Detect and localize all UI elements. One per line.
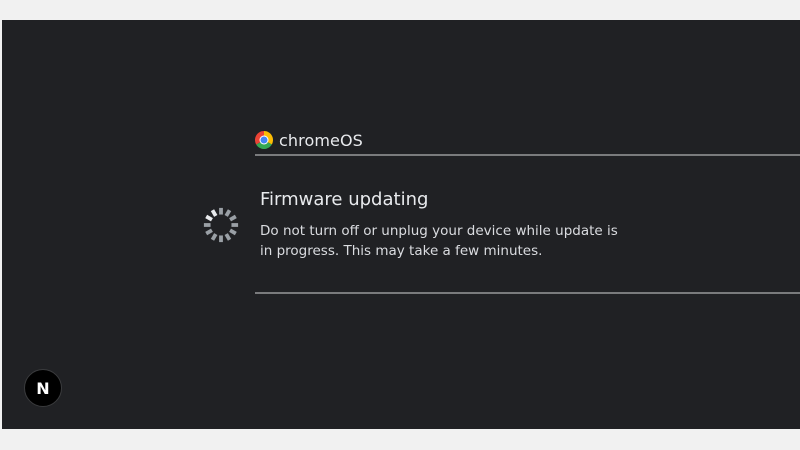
- loading-spinner-icon: [203, 207, 239, 243]
- spinner-tick: [210, 233, 218, 241]
- spinner-tick: [229, 214, 237, 222]
- top-divider: [255, 154, 800, 156]
- brand-name: chromeOS: [279, 130, 363, 150]
- n-avatar-button[interactable]: N: [24, 369, 62, 407]
- spinner-tick: [210, 209, 218, 217]
- spinner-tick: [229, 228, 237, 236]
- spinner-tick: [224, 233, 232, 241]
- chrome-logo-icon: [255, 131, 273, 149]
- brand-header: chromeOS: [255, 129, 363, 151]
- bottom-divider: [255, 292, 800, 294]
- update-title: Firmware updating: [260, 189, 429, 210]
- spinner-tick: [224, 209, 232, 217]
- spinner-tick: [205, 214, 213, 222]
- update-screen: chromeOS Firmware updating Do not turn o…: [2, 20, 800, 429]
- update-message: Do not turn off or unplug your device wh…: [260, 223, 618, 259]
- spinner-tick: [205, 228, 213, 236]
